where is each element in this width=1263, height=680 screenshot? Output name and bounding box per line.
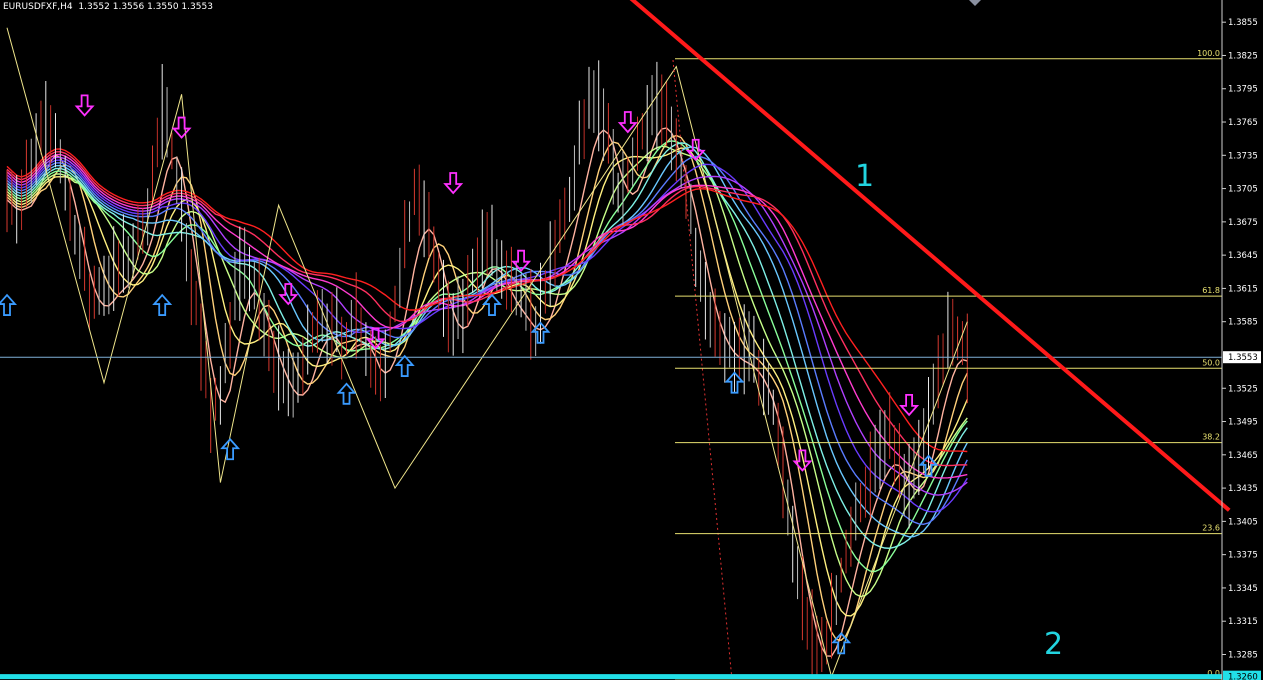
zigzag-lines [6,27,968,680]
ma-line [6,153,968,479]
fib-level-label: 61.8 [1202,286,1220,295]
tick-label: 1.3615 [1228,284,1258,294]
annotation-2: 2 [1044,627,1063,662]
trendline[interactable] [613,0,1231,512]
arrow-up-icon [336,382,357,405]
price-chart[interactable]: 100.061.850.038.223.60.0 1.38551.38251.3… [0,0,1263,680]
arrow-up-icon [394,354,415,377]
marker-icon [969,0,981,6]
symbol-label: EURUSDFXF,H4 [3,2,73,12]
fib-level-label: 50.0 [1202,358,1220,367]
signal-arrows [0,94,939,655]
arrow-down-icon [617,111,638,134]
fibonacci-levels: 100.061.850.038.223.60.0 [0,49,1222,680]
tick-label: 1.3435 [1228,484,1258,494]
ma-line [6,155,968,526]
arrow-up-icon [481,293,503,316]
tick-label: 1.3405 [1228,517,1258,527]
fib-level-label: 100.0 [1197,49,1220,58]
fib-level-label: 23.6 [1202,524,1220,533]
price-axis: 1.3855 1.3825 1.3795 1.3765 1.3735 1.3705 1.36… [1221,0,1261,680]
tick-label: 1.3465 [1228,451,1258,461]
tick-label: 1.3585 [1228,318,1258,328]
tick-label: 1.3825 [1228,51,1258,61]
tick-label: 1.3765 [1228,118,1258,128]
arrow-down-icon [899,393,920,417]
chart-header: EURUSDFXF,H4 1.3552 1.3556 1.3550 1.3553 [3,2,213,12]
arrow-down-icon [171,116,192,139]
zigzag-line [6,27,968,679]
bottom-price-label: 1.3260 [1228,673,1258,680]
tick-label: 1.3735 [1228,151,1258,161]
ohlc-label: 1.3552 1.3556 1.3550 1.3553 [78,2,213,12]
price-bars [6,60,968,676]
tick-label: 1.3645 [1228,251,1258,261]
tick-label: 1.3705 [1228,185,1258,195]
annotation-1: 1 [855,159,874,194]
arrow-up-icon [152,293,173,316]
fib-level-label: 38.2 [1202,433,1220,442]
ma-line [6,150,968,467]
tick-label: 1.3675 [1228,218,1258,228]
tick-label: 1.3315 [1228,617,1258,627]
tick-label: 1.3855 [1228,18,1258,28]
tick-label: 1.3285 [1228,650,1258,660]
current-price-label: 1.3553 [1228,353,1258,363]
ma-line [6,134,968,642]
arrow-down-icon [443,172,464,195]
tick-label: 1.3795 [1228,85,1258,95]
arrow-up-icon [0,293,18,316]
tick-label: 1.3495 [1228,418,1258,428]
tick-label: 1.3345 [1228,584,1258,594]
tick-label: 1.3525 [1228,384,1258,394]
resistance-trendline [629,0,1231,512]
arrow-up-icon [220,437,241,461]
arrow-down-icon [74,94,95,117]
tick-label: 1.3375 [1228,551,1258,561]
